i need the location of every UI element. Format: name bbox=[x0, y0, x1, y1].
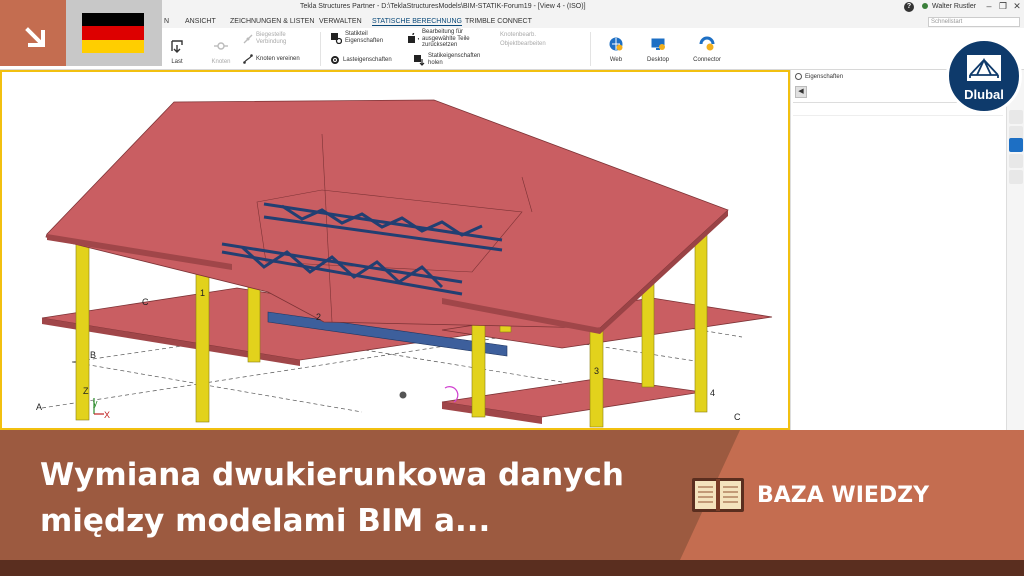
minimize-button[interactable]: – bbox=[982, 1, 996, 11]
properties-panel: Eigenschaften ◀ bbox=[790, 70, 1006, 430]
analysis-part-icon bbox=[331, 33, 342, 44]
knoten-button[interactable]: Knoten bbox=[206, 38, 236, 65]
last-button[interactable]: Last bbox=[166, 38, 188, 65]
banner-bottom-strip bbox=[0, 560, 1024, 576]
axis-label-3: 3 bbox=[594, 366, 599, 376]
headline-line-1: Wymiana dwukierunkowa danych bbox=[40, 457, 624, 493]
merge-nodes-icon bbox=[243, 54, 253, 64]
back-button[interactable]: ◀ bbox=[795, 86, 807, 98]
grid-label-c-left: C bbox=[142, 297, 149, 307]
headline-line-2: między modelami BIM a... bbox=[40, 503, 491, 539]
coord-label-z: Z bbox=[83, 386, 89, 396]
knoten-label: Knoten bbox=[211, 59, 231, 65]
bridge-icon bbox=[967, 55, 1001, 81]
tab-zeichnungen[interactable]: ZEICHNUNGEN & LISTEN bbox=[230, 18, 314, 25]
user-icon bbox=[922, 3, 928, 10]
selection-cursor-icon bbox=[444, 386, 459, 403]
model-viewport[interactable]: A B C C 1 2 3 4 Z y X bbox=[0, 70, 790, 430]
user-name: Walter Rustler bbox=[932, 3, 977, 10]
maximize-button[interactable]: ❐ bbox=[996, 1, 1010, 12]
ribbon-separator bbox=[320, 32, 321, 66]
tab-statische-berechnung[interactable]: STATISCHE BERECHNUNG bbox=[372, 18, 462, 26]
properties-gear-tab-icon[interactable] bbox=[1009, 138, 1023, 152]
tab-partial[interactable]: N bbox=[164, 18, 169, 25]
node-icon bbox=[214, 42, 228, 50]
objektbearbeiten-button[interactable]: Objektbearbeiten bbox=[500, 41, 546, 47]
open-book-icon bbox=[692, 478, 744, 512]
grid-label-c-right: C bbox=[734, 412, 741, 422]
help-icon[interactable]: ? bbox=[904, 2, 914, 12]
divider bbox=[793, 115, 1003, 116]
grid-label-b: B bbox=[90, 350, 96, 360]
properties-title: Eigenschaften bbox=[805, 73, 844, 80]
ribbon-separator bbox=[590, 32, 591, 66]
statikteil-eigenschaften-button[interactable]: Statikteil Eigenschaften bbox=[330, 31, 400, 45]
trimble-web-icon bbox=[609, 37, 623, 51]
connector-button[interactable]: Connector bbox=[690, 36, 724, 63]
trimble-connector-icon bbox=[699, 36, 715, 51]
quick-search-input[interactable]: Schnellstart bbox=[928, 17, 1020, 27]
properties-header: Eigenschaften bbox=[795, 73, 843, 80]
axis-label-4: 4 bbox=[710, 388, 715, 398]
user-account[interactable]: Walter Rustler bbox=[922, 3, 976, 10]
arrow-down-right-icon bbox=[25, 27, 45, 47]
language-flag-box bbox=[66, 0, 162, 66]
axis-label-2: 2 bbox=[316, 312, 321, 322]
desktop-button[interactable]: Desktop bbox=[643, 36, 673, 63]
dlubal-wordmark: Dlubal bbox=[964, 87, 1004, 102]
rigid-connection-icon bbox=[243, 34, 253, 44]
axis-label-1: 1 bbox=[200, 288, 205, 298]
grid-label-a: A bbox=[36, 402, 42, 412]
article-banner: Wymiana dwukierunkowa danych między mode… bbox=[0, 430, 1024, 576]
biegesteife-button[interactable]: Biegesteife Verbindung bbox=[243, 32, 305, 46]
desktop-label: Desktop bbox=[646, 57, 669, 63]
web-button[interactable]: Web bbox=[604, 36, 628, 63]
coord-label-x: X bbox=[104, 410, 110, 420]
reset-icon bbox=[408, 32, 419, 43]
tab-trimble-connect[interactable]: TRIMBLE CONNECT bbox=[465, 18, 532, 25]
components-icon[interactable] bbox=[1009, 170, 1023, 184]
corner-arrow-badge bbox=[0, 0, 66, 66]
window-title: Tekla Structures Partner - D:\TeklaStruc… bbox=[300, 3, 586, 10]
bearbeitung-zuruecksetzen-button[interactable]: Bearbeitung für ausgewählte Teile zurück… bbox=[407, 29, 493, 49]
fetch-properties-icon bbox=[414, 55, 425, 66]
tab-ansicht[interactable]: ANSICHT bbox=[185, 18, 216, 25]
knoten-vereinen-label: Knoten vereinen bbox=[256, 56, 300, 62]
connector-label: Connector bbox=[693, 57, 721, 63]
knoten-vereinen-button[interactable]: Knoten vereinen bbox=[243, 54, 300, 64]
last-label: Last bbox=[171, 59, 183, 65]
article-headline[interactable]: Wymiana dwukierunkowa danych między mode… bbox=[40, 452, 660, 544]
biegesteife-label: Biegesteife Verbindung bbox=[256, 32, 287, 45]
dlubal-logo: Dlubal bbox=[946, 38, 1022, 114]
panel-icon[interactable] bbox=[1009, 110, 1023, 124]
gear-icon bbox=[331, 56, 339, 64]
knowledge-base-label[interactable]: BAZA WIEDZY bbox=[757, 483, 929, 508]
close-button[interactable]: ✕ bbox=[1010, 1, 1024, 12]
web-label: Web bbox=[609, 57, 623, 63]
knotenbearbeiten-button[interactable]: Knotenbearb. bbox=[500, 32, 536, 38]
lasteigenschaften-button[interactable]: Lasteigenschaften bbox=[330, 55, 392, 65]
lasteigenschaften-label: Lasteigenschaften bbox=[343, 57, 392, 63]
properties-gear-icon bbox=[795, 73, 802, 80]
side-toolbar bbox=[1006, 70, 1024, 430]
bearbeitung-label: Bearbeitung für ausgewählte Teile zurück… bbox=[422, 29, 470, 48]
german-flag-icon bbox=[82, 13, 144, 53]
statikeigenschaften-holen-button[interactable]: Statikeigenschaften holen bbox=[413, 53, 493, 67]
load-arrow-icon bbox=[171, 40, 183, 53]
trimble-desktop-icon bbox=[651, 38, 665, 50]
statikteil-label: Statikteil Eigenschaften bbox=[345, 31, 384, 44]
model-3d-view[interactable]: A B C C 1 2 3 4 Z y X bbox=[2, 72, 788, 428]
tab-verwalten[interactable]: VERWALTEN bbox=[319, 18, 362, 25]
statikeigenschaften-label: Statikeigenschaften holen bbox=[428, 53, 481, 66]
cube-icon[interactable] bbox=[1009, 154, 1023, 168]
rotation-center-icon[interactable] bbox=[398, 390, 408, 400]
coord-label-y: y bbox=[93, 398, 98, 408]
